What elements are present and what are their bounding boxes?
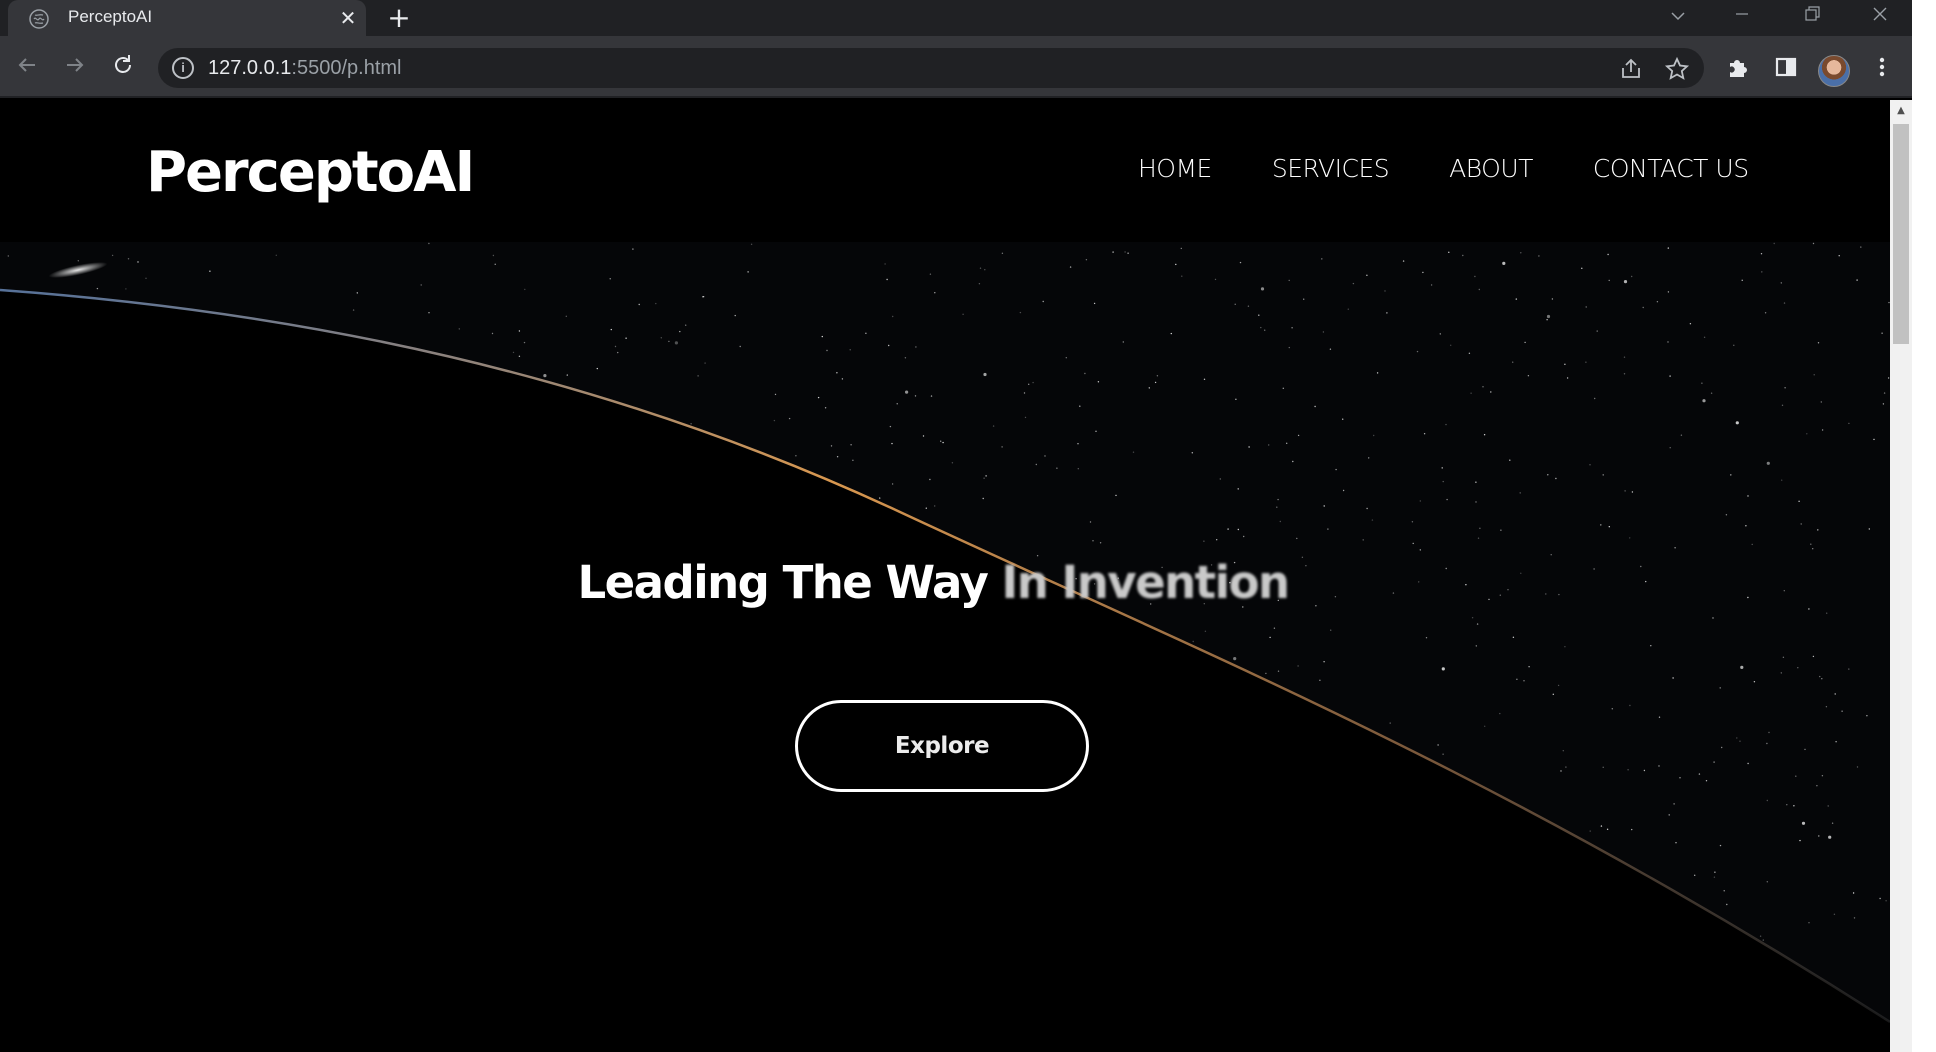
site-logo[interactable]: PerceptoAI	[146, 140, 475, 205]
profile-avatar[interactable]	[1818, 55, 1850, 87]
hero-title-accent: In Invention	[1001, 556, 1291, 609]
tab-search-chevron-icon[interactable]	[1654, 0, 1702, 36]
explore-button[interactable]: Explore	[795, 700, 1089, 792]
nav-link-about[interactable]: ABOUT	[1449, 154, 1533, 183]
menu-kebab-icon[interactable]	[1868, 53, 1896, 81]
bookmark-star-icon[interactable]	[1664, 56, 1690, 82]
restore-icon[interactable]	[1788, 0, 1836, 36]
reload-icon[interactable]	[108, 50, 138, 80]
site-info-icon[interactable]: i	[172, 57, 194, 79]
address-bar[interactable]: i 127.0.0.1:5500/p.html	[158, 48, 1704, 88]
space-background	[0, 242, 1890, 1052]
page-viewport: PerceptoAI HOME SERVICES ABOUT CONTACT U…	[0, 100, 1890, 1052]
new-tab-icon[interactable]: +	[385, 4, 413, 33]
share-icon[interactable]	[1618, 56, 1644, 82]
scroll-up-arrow-icon[interactable]: ▲	[1890, 100, 1912, 122]
page-scrollbar[interactable]: ▲	[1890, 100, 1912, 1052]
planet-horizon	[0, 262, 1890, 1052]
brain-favicon-icon	[29, 9, 49, 29]
browser-tab[interactable]: PerceptoAI ✕	[8, 0, 366, 36]
side-panel-icon[interactable]	[1772, 53, 1800, 81]
browser-toolbar: i 127.0.0.1:5500/p.html	[0, 36, 1936, 98]
hero-title-main: Leading The Way	[577, 556, 988, 609]
minimize-icon[interactable]	[1718, 0, 1766, 36]
tab-close-icon[interactable]: ✕	[338, 8, 358, 28]
url-text[interactable]: 127.0.0.1:5500/p.html	[208, 57, 402, 80]
tab-strip: PerceptoAI ✕ +	[0, 0, 1936, 36]
nav-link-home[interactable]: HOME	[1138, 154, 1212, 183]
nav-link-contact[interactable]: CONTACT US	[1593, 154, 1749, 183]
back-icon[interactable]	[12, 50, 42, 80]
forward-icon[interactable]	[60, 50, 90, 80]
hero-title: Leading The Way In Invention	[0, 556, 1890, 609]
nav-link-services[interactable]: SERVICES	[1272, 154, 1390, 183]
close-window-icon[interactable]	[1856, 0, 1904, 36]
extensions-puzzle-icon[interactable]	[1724, 53, 1752, 81]
tab-title: PerceptoAI	[68, 7, 153, 26]
window-edge	[1912, 0, 1936, 1052]
site-nav: HOME SERVICES ABOUT CONTACT US	[1138, 154, 1749, 183]
scroll-thumb[interactable]	[1893, 124, 1909, 344]
